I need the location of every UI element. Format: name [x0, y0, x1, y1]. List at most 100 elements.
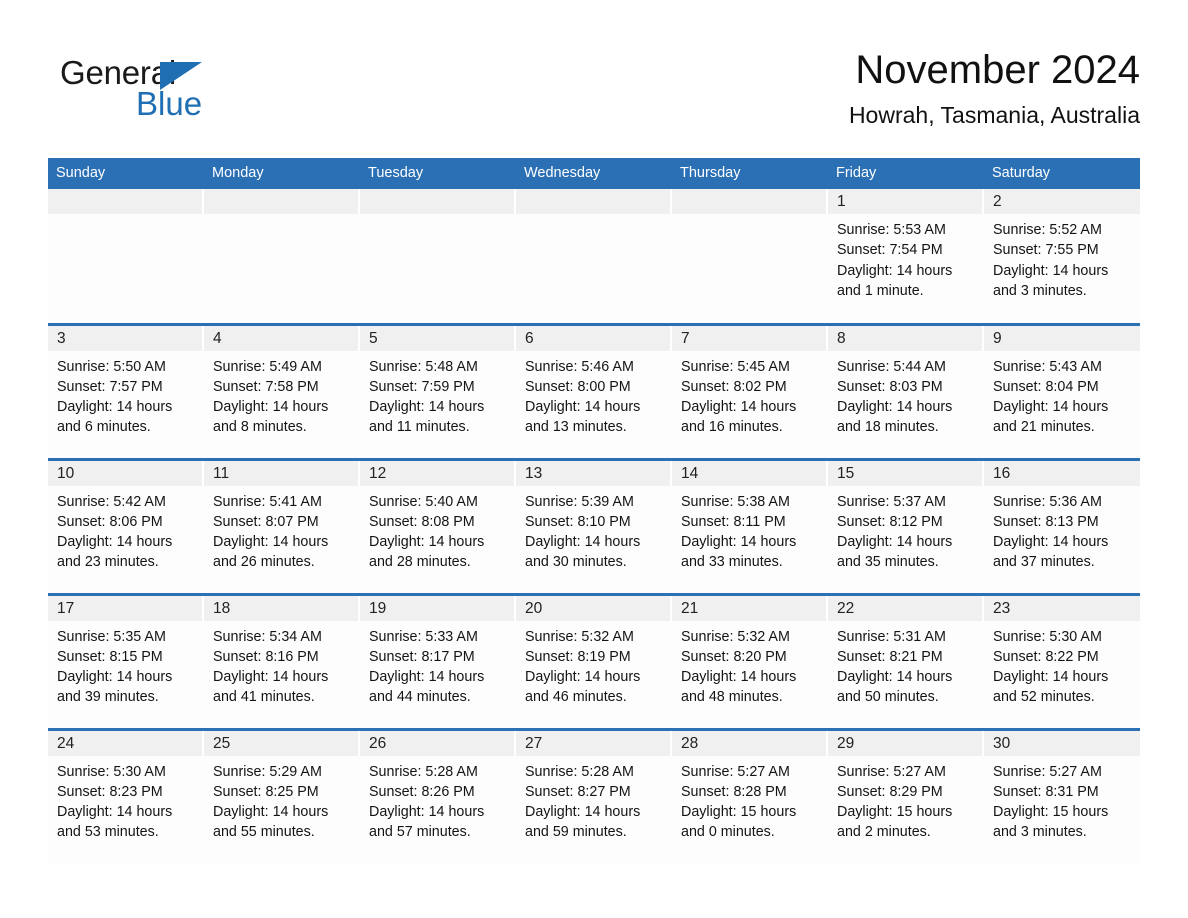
sunset-text: Sunset: 7:57 PM — [57, 378, 163, 395]
calendar-day-cell[interactable]: 29 Sunrise: 5:27 AM Sunset: 8:29 PM Dayligh… — [828, 727, 984, 864]
calendar-day-cell[interactable]: 30 Sunrise: 5:27 AM Sunset: 8:31 PM Dayligh… — [984, 727, 1140, 864]
generalblue-logo[interactable]: General Blue — [60, 54, 320, 128]
day-details: Sunrise: 5:30 AM Sunset: 8:22 PM Daylight:… — [984, 621, 1140, 708]
day-number-band: 25 — [204, 730, 360, 756]
sunrise-text: Sunrise: 5:52 AM — [993, 222, 1102, 238]
page-header: General Blue November 2024 Howrah, Tasma… — [48, 44, 1140, 148]
day-number — [516, 189, 670, 192]
calendar-day-cell[interactable]: 26 Sunrise: 5:28 AM Sunset: 8:26 PM Dayligh… — [360, 727, 516, 864]
daylight-text-line1: Daylight: 14 hours — [57, 669, 173, 686]
calendar-day-cell[interactable]: 12 Sunrise: 5:40 AM Sunset: 8:08 PM Dayligh… — [360, 457, 516, 594]
day-number: 25 — [213, 734, 231, 752]
day-number: 27 — [525, 734, 543, 752]
sunset-text: Sunset: 8:08 PM — [369, 513, 475, 530]
calendar-day-cell[interactable]: 1 Sunrise: 5:53 AM Sunset: 7:54 PM Daylight… — [828, 189, 984, 324]
daylight-text-line2: and 35 minutes. — [837, 554, 939, 571]
calendar-day-cell[interactable]: 3 Sunrise: 5:50 AM Sunset: 7:57 PM Daylight… — [48, 322, 204, 459]
day-number-band: 6 — [516, 325, 672, 351]
sunset-text: Sunset: 8:22 PM — [993, 648, 1099, 665]
day-number-band: 1 — [828, 189, 984, 214]
day-number-band — [204, 189, 360, 214]
day-number — [672, 189, 826, 192]
calendar-day-cell[interactable]: 15 Sunrise: 5:37 AM Sunset: 8:12 PM Dayligh… — [828, 457, 984, 594]
day-number-band: 16 — [984, 460, 1140, 486]
day-number: 28 — [681, 734, 699, 752]
calendar-day-cell[interactable]: 2 Sunrise: 5:52 AM Sunset: 7:55 PM Daylight… — [984, 189, 1140, 324]
day-details: Sunrise: 5:42 AM Sunset: 8:06 PM Daylight:… — [48, 486, 204, 573]
daylight-text-line2: and 21 minutes. — [993, 419, 1095, 436]
daylight-text-line1: Daylight: 14 hours — [525, 399, 641, 416]
calendar-day-cell[interactable]: 6 Sunrise: 5:46 AM Sunset: 8:00 PM Daylight… — [516, 322, 672, 459]
daylight-text-line2: and 48 minutes. — [681, 689, 783, 706]
sunrise-text: Sunrise: 5:31 AM — [837, 628, 946, 645]
calendar-day-cell[interactable]: 11 Sunrise: 5:41 AM Sunset: 8:07 PM Dayligh… — [204, 457, 360, 594]
calendar-day-cell[interactable]: 20 Sunrise: 5:32 AM Sunset: 8:19 PM Dayligh… — [516, 592, 672, 729]
weekday-header-tuesday: Tuesday — [360, 158, 516, 189]
day-number-band: 7 — [672, 325, 828, 351]
calendar-day-cell[interactable]: 27 Sunrise: 5:28 AM Sunset: 8:27 PM Dayligh… — [516, 727, 672, 864]
weekday-header-monday: Monday — [204, 158, 360, 189]
calendar-day-cell[interactable]: 8 Sunrise: 5:44 AM Sunset: 8:03 PM Daylight… — [828, 322, 984, 459]
day-details: Sunrise: 5:48 AM Sunset: 7:59 PM Daylight:… — [360, 351, 516, 438]
daylight-text-line2: and 11 minutes. — [369, 419, 470, 436]
day-details: Sunrise: 5:32 AM Sunset: 8:20 PM Daylight:… — [672, 621, 828, 708]
sunset-text: Sunset: 8:16 PM — [213, 648, 319, 665]
daylight-text-line1: Daylight: 14 hours — [681, 399, 797, 416]
daylight-text-line2: and 59 minutes. — [525, 824, 627, 841]
sunset-text: Sunset: 8:04 PM — [993, 378, 1099, 395]
sunrise-text: Sunrise: 5:28 AM — [369, 763, 478, 780]
calendar-day-cell[interactable]: 25 Sunrise: 5:29 AM Sunset: 8:25 PM Dayligh… — [204, 727, 360, 864]
calendar-day-cell[interactable]: 7 Sunrise: 5:45 AM Sunset: 8:02 PM Daylight… — [672, 322, 828, 459]
day-number-band: 8 — [828, 325, 984, 351]
sunrise-text: Sunrise: 5:30 AM — [993, 628, 1102, 645]
day-number-band: 3 — [48, 325, 204, 351]
calendar-day-cell[interactable]: 13 Sunrise: 5:39 AM Sunset: 8:10 PM Dayligh… — [516, 457, 672, 594]
day-details: Sunrise: 5:40 AM Sunset: 8:08 PM Daylight:… — [360, 486, 516, 573]
daylight-text-line2: and 13 minutes. — [525, 419, 627, 436]
day-details: Sunrise: 5:33 AM Sunset: 8:17 PM Daylight:… — [360, 621, 516, 708]
daylight-text-line1: Daylight: 14 hours — [837, 262, 953, 279]
sunrise-text: Sunrise: 5:33 AM — [369, 628, 478, 645]
calendar-day-cell-empty — [204, 189, 360, 324]
day-number: 24 — [57, 734, 75, 752]
weekday-header-wednesday: Wednesday — [516, 158, 672, 189]
calendar-week-row: 10 Sunrise: 5:42 AM Sunset: 8:06 PM Dayligh… — [48, 457, 1140, 594]
sunrise-text: Sunrise: 5:41 AM — [213, 493, 322, 510]
calendar-day-cell[interactable]: 22 Sunrise: 5:31 AM Sunset: 8:21 PM Dayligh… — [828, 592, 984, 729]
calendar-day-cell[interactable]: 18 Sunrise: 5:34 AM Sunset: 8:16 PM Dayligh… — [204, 592, 360, 729]
day-number-band: 27 — [516, 730, 672, 756]
daylight-text-line1: Daylight: 14 hours — [993, 262, 1109, 279]
calendar-day-cell[interactable]: 21 Sunrise: 5:32 AM Sunset: 8:20 PM Dayligh… — [672, 592, 828, 729]
day-number-band: 28 — [672, 730, 828, 756]
calendar-day-cell[interactable]: 28 Sunrise: 5:27 AM Sunset: 8:28 PM Dayligh… — [672, 727, 828, 864]
daylight-text-line2: and 46 minutes. — [525, 689, 627, 706]
daylight-text-line2: and 55 minutes. — [213, 824, 315, 841]
daylight-text-line1: Daylight: 14 hours — [993, 669, 1109, 686]
calendar-day-cell[interactable]: 16 Sunrise: 5:36 AM Sunset: 8:13 PM Dayligh… — [984, 457, 1140, 594]
calendar-day-cell[interactable]: 4 Sunrise: 5:49 AM Sunset: 7:58 PM Daylight… — [204, 322, 360, 459]
day-number: 7 — [681, 329, 690, 347]
day-number: 22 — [837, 599, 855, 617]
sunrise-text: Sunrise: 5:42 AM — [57, 493, 166, 510]
sunset-text: Sunset: 8:03 PM — [837, 378, 943, 395]
calendar-day-cell[interactable]: 5 Sunrise: 5:48 AM Sunset: 7:59 PM Daylight… — [360, 322, 516, 459]
sunrise-text: Sunrise: 5:43 AM — [993, 358, 1102, 375]
daylight-text-line2: and 57 minutes. — [369, 824, 471, 841]
day-number — [204, 189, 358, 192]
calendar-day-cell[interactable]: 14 Sunrise: 5:38 AM Sunset: 8:11 PM Dayligh… — [672, 457, 828, 594]
sunset-text: Sunset: 8:25 PM — [213, 783, 319, 800]
day-details: Sunrise: 5:35 AM Sunset: 8:15 PM Daylight:… — [48, 621, 204, 708]
day-number: 5 — [369, 329, 378, 347]
calendar-day-cell[interactable]: 17 Sunrise: 5:35 AM Sunset: 8:15 PM Dayligh… — [48, 592, 204, 729]
calendar-day-cell[interactable]: 23 Sunrise: 5:30 AM Sunset: 8:22 PM Dayligh… — [984, 592, 1140, 729]
calendar-week-row: 24 Sunrise: 5:30 AM Sunset: 8:23 PM Dayligh… — [48, 727, 1140, 864]
calendar-day-cell[interactable]: 19 Sunrise: 5:33 AM Sunset: 8:17 PM Dayligh… — [360, 592, 516, 729]
calendar-day-cell[interactable]: 9 Sunrise: 5:43 AM Sunset: 8:04 PM Daylight… — [984, 322, 1140, 459]
daylight-text-line1: Daylight: 14 hours — [525, 804, 641, 821]
daylight-text-line2: and 33 minutes. — [681, 554, 783, 571]
calendar-day-cell[interactable]: 24 Sunrise: 5:30 AM Sunset: 8:23 PM Dayligh… — [48, 727, 204, 864]
daylight-text-line1: Daylight: 14 hours — [57, 804, 173, 821]
sunrise-text: Sunrise: 5:46 AM — [525, 358, 634, 375]
calendar-day-cell[interactable]: 10 Sunrise: 5:42 AM Sunset: 8:06 PM Dayligh… — [48, 457, 204, 594]
day-number: 30 — [993, 734, 1011, 752]
